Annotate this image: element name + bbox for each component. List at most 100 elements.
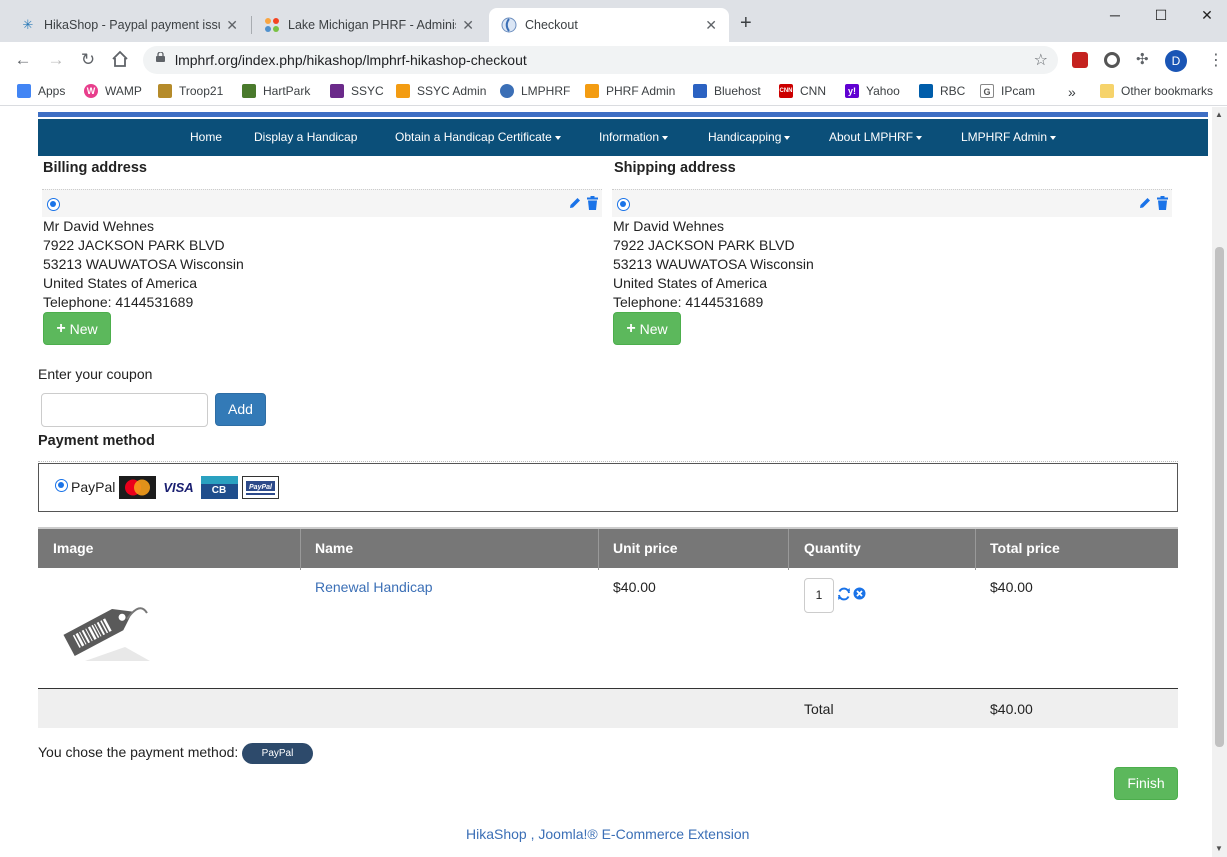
remove-circle-icon[interactable] xyxy=(853,587,866,600)
scouts-icon xyxy=(158,84,172,98)
main-navigation: Home Display a Handicap Obtain a Handica… xyxy=(38,119,1208,156)
product-name-link[interactable]: Renewal Handicap xyxy=(315,579,433,595)
pdf-extension-icon[interactable] xyxy=(1072,52,1088,68)
bookmark-ssyc[interactable]: SSYC xyxy=(330,84,384,98)
footer-link[interactable]: HikaShop , Joomla!® E-Commerce Extension xyxy=(466,826,749,842)
scroll-up-arrow-icon[interactable]: ▲ xyxy=(1215,110,1223,119)
delete-trash-icon[interactable] xyxy=(586,196,599,210)
refresh-icon[interactable] xyxy=(837,587,851,601)
delete-trash-icon[interactable] xyxy=(1156,196,1169,210)
quantity-input[interactable]: 1 xyxy=(804,578,834,613)
bookmark-other[interactable]: Other bookmarks xyxy=(1100,84,1213,98)
nav-item-admin[interactable]: LMPHRF Admin xyxy=(961,130,1057,144)
bookmark-ssyc-admin[interactable]: SSYC Admin xyxy=(396,84,486,98)
profile-avatar[interactable]: D xyxy=(1165,50,1187,72)
payment-method-title: Payment method xyxy=(38,433,155,449)
tab-lake-michigan-admin[interactable]: Lake Michigan PHRF - Administra ✕ xyxy=(252,8,486,42)
paypal-radio[interactable] xyxy=(55,479,68,492)
tab-checkout[interactable]: Checkout ✕ xyxy=(489,8,729,42)
scroll-down-arrow-icon[interactable]: ▼ xyxy=(1215,844,1223,853)
menu-kebab-icon[interactable]: ⋮ xyxy=(1208,50,1224,70)
apps-grid-icon xyxy=(17,84,31,98)
site-icon xyxy=(501,17,517,33)
bookmark-phrf-admin[interactable]: PHRF Admin xyxy=(585,84,675,98)
bookmark-wamp[interactable]: W WAMP xyxy=(84,84,142,98)
close-window-button[interactable]: ✕ xyxy=(1184,4,1227,26)
cart-table-header: Image Name Unit price Quantity Total pri… xyxy=(38,527,1178,570)
bookmark-hartpark[interactable]: HartPark xyxy=(242,84,310,98)
nav-label: LMPHRF Admin xyxy=(961,130,1048,144)
reload-icon[interactable]: ↻ xyxy=(77,50,99,70)
plus-icon: + xyxy=(626,319,636,337)
lock-icon xyxy=(156,52,165,62)
bookmark-lmphrf[interactable]: LMPHRF xyxy=(500,84,570,98)
scrollbar-thumb[interactable] xyxy=(1215,247,1224,747)
nav-item-home[interactable]: Home xyxy=(190,130,222,144)
bookmark-label: Bluehost xyxy=(714,84,761,98)
col-header-quantity: Quantity xyxy=(804,540,861,556)
bookmark-yahoo[interactable]: y! Yahoo xyxy=(845,84,900,98)
shipping-line-country: United States of America xyxy=(613,275,768,291)
edit-pencil-icon[interactable] xyxy=(568,196,582,210)
extension-circle-icon[interactable] xyxy=(1104,52,1120,68)
joomla-icon xyxy=(396,84,410,98)
bookmark-troop21[interactable]: Troop21 xyxy=(158,84,223,98)
bookmark-ipcam[interactable]: G IPcam xyxy=(980,84,1035,98)
edit-pencil-icon[interactable] xyxy=(1138,196,1152,210)
bookmark-apps[interactable]: Apps xyxy=(17,84,65,98)
nav-item-obtain-certificate[interactable]: Obtain a Handicap Certificate xyxy=(395,130,561,144)
bookmarks-overflow-chevron[interactable]: » xyxy=(1068,84,1076,100)
joomla-icon xyxy=(585,84,599,98)
url-text: lmphrf.org/index.php/hikashop/lmphrf-hik… xyxy=(175,52,527,68)
billing-new-button[interactable]: + New xyxy=(43,312,111,345)
nav-item-information[interactable]: Information xyxy=(599,130,669,144)
minimize-button[interactable]: ─ xyxy=(1092,4,1138,26)
payment-divider xyxy=(38,461,1178,462)
bookmark-rbc[interactable]: RBC xyxy=(919,84,965,98)
paypal-option-label: PayPal xyxy=(71,479,116,495)
bookmark-label: PHRF Admin xyxy=(606,84,676,98)
bookmark-bluehost[interactable]: Bluehost xyxy=(693,84,761,98)
extensions-puzzle-icon[interactable]: ✣ xyxy=(1136,52,1152,68)
nav-item-display-handicap[interactable]: Display a Handicap xyxy=(254,130,357,144)
page-viewport: Home Display a Handicap Obtain a Handica… xyxy=(0,107,1227,857)
back-arrow-icon[interactable]: ← xyxy=(12,50,34,70)
bookmark-cnn[interactable]: CNN CNN xyxy=(779,84,826,98)
coupon-input[interactable] xyxy=(41,393,208,427)
shipping-line-street: 7922 JACKSON PARK BLVD xyxy=(613,237,795,253)
caret-down-icon xyxy=(662,135,669,140)
svg-text:CB: CB xyxy=(212,485,226,496)
close-icon[interactable]: ✕ xyxy=(462,17,474,34)
page-scrollbar[interactable]: ▲ ▼ xyxy=(1212,107,1227,857)
yahoo-icon: y! xyxy=(845,84,859,98)
nav-label: Display a Handicap xyxy=(254,130,358,144)
nav-item-handicapping[interactable]: Handicapping xyxy=(708,130,791,144)
new-tab-button[interactable]: + xyxy=(740,12,752,35)
shipping-address-radio[interactable] xyxy=(617,198,630,211)
close-icon[interactable]: ✕ xyxy=(226,17,238,34)
nav-item-about[interactable]: About LMPHRF xyxy=(829,130,923,144)
tab-hikashop-paypal[interactable]: ✳ HikaShop - Paypal payment issue ✕ xyxy=(8,8,250,42)
browser-tab-bar: ✳ HikaShop - Paypal payment issue ✕ Lake… xyxy=(0,0,1227,42)
address-bar[interactable]: lmphrf.org/index.php/hikashop/lmphrf-hik… xyxy=(143,46,1058,74)
close-icon[interactable]: ✕ xyxy=(705,17,717,34)
billing-address-title: Billing address xyxy=(43,160,147,176)
bookmark-label: Troop21 xyxy=(179,84,224,98)
shipping-line-name: Mr David Wehnes xyxy=(613,218,725,234)
bookmark-star-icon[interactable]: ☆ xyxy=(1034,50,1048,70)
bookmark-label: WAMP xyxy=(105,84,142,98)
finish-button[interactable]: Finish xyxy=(1114,767,1178,800)
billing-address-row xyxy=(42,189,602,217)
home-icon[interactable] xyxy=(109,50,131,73)
forward-arrow-icon[interactable]: → xyxy=(45,50,67,70)
coupon-add-button[interactable]: Add xyxy=(215,393,266,426)
bookmark-label: RBC xyxy=(940,84,966,98)
caret-down-icon xyxy=(554,135,561,140)
hikashop-icon: ✳ xyxy=(22,17,34,32)
shipping-address-row xyxy=(612,189,1172,217)
hartpark-icon xyxy=(242,84,256,98)
shipping-new-button[interactable]: + New xyxy=(613,312,681,345)
chosen-payment-text: You chose the payment method: xyxy=(38,744,239,760)
maximize-button[interactable]: ☐ xyxy=(1138,4,1184,26)
billing-address-radio[interactable] xyxy=(47,198,60,211)
